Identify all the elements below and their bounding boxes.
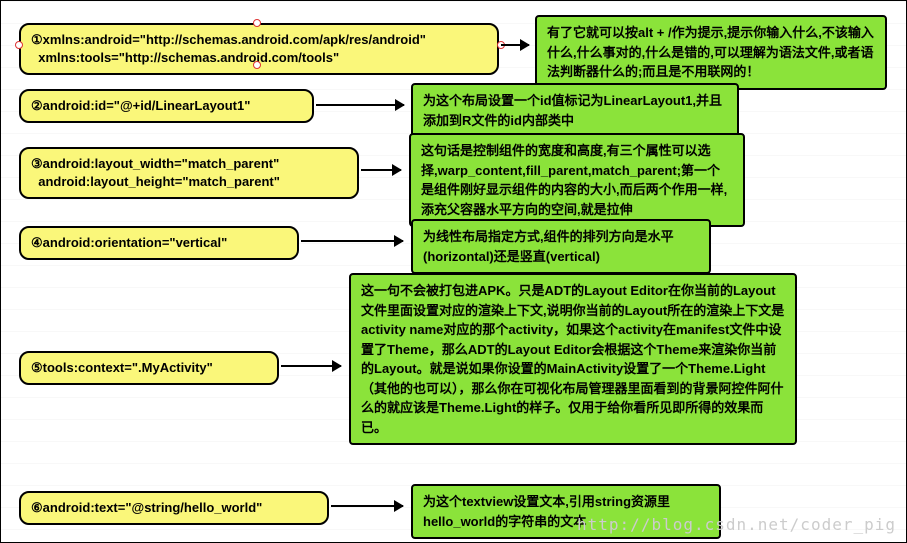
handle [15, 41, 23, 49]
diagram-canvas: ①xmlns:android="http://schemas.android.c… [0, 0, 907, 543]
arrow-3 [361, 169, 401, 171]
arrow-5 [281, 365, 341, 367]
desc-node-6: 为这个textview设置文本,引用string资源里hello_world的字… [411, 484, 721, 539]
desc-node-4: 为线性布局指定方式,组件的排列方向是水平(horizontal)还是竖直(ver… [411, 219, 711, 274]
arrow-2 [316, 104, 404, 106]
code-node-5: ⑤tools:context=".MyActivity" [19, 351, 279, 385]
desc-node-1: 有了它就可以按alt + /作为提示,提示你输入什么,不该输入什么,什么事对的,… [535, 15, 887, 90]
code-node-6: ⑥android:text="@string/hello_world" [19, 491, 329, 525]
arrow-1 [501, 44, 529, 46]
arrow-4 [301, 240, 403, 242]
code-node-2: ②android:id="@+id/LinearLayout1" [19, 89, 314, 123]
code-node-3: ③android:layout_width="match_parent" and… [19, 147, 359, 199]
handle [253, 61, 261, 69]
arrow-6 [331, 505, 403, 507]
code-node-4: ④android:orientation="vertical" [19, 226, 299, 260]
desc-node-5: 这一句不会被打包进APK。只是ADT的Layout Editor在你当前的Lay… [349, 273, 797, 445]
handle [253, 19, 261, 27]
desc-node-2: 为这个布局设置一个id值标记为LinearLayout1,并且添加到R文件的id… [411, 83, 739, 138]
desc-node-3: 这句话是控制组件的宽度和高度,有三个属性可以选择,warp_content,fi… [409, 133, 745, 227]
